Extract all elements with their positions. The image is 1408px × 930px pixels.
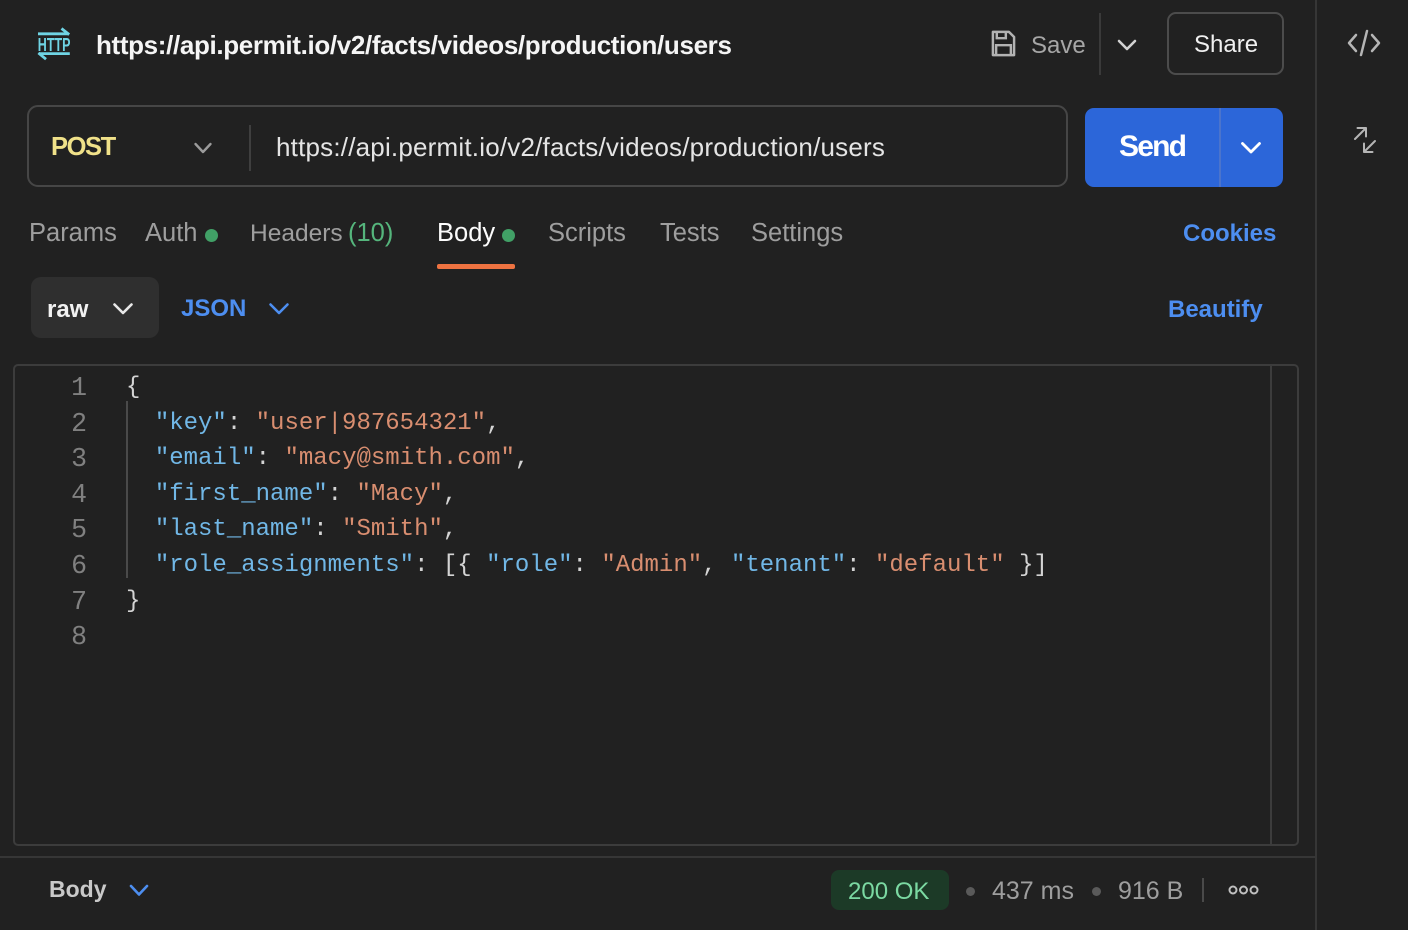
svg-text:HTTP: HTTP	[38, 34, 71, 55]
